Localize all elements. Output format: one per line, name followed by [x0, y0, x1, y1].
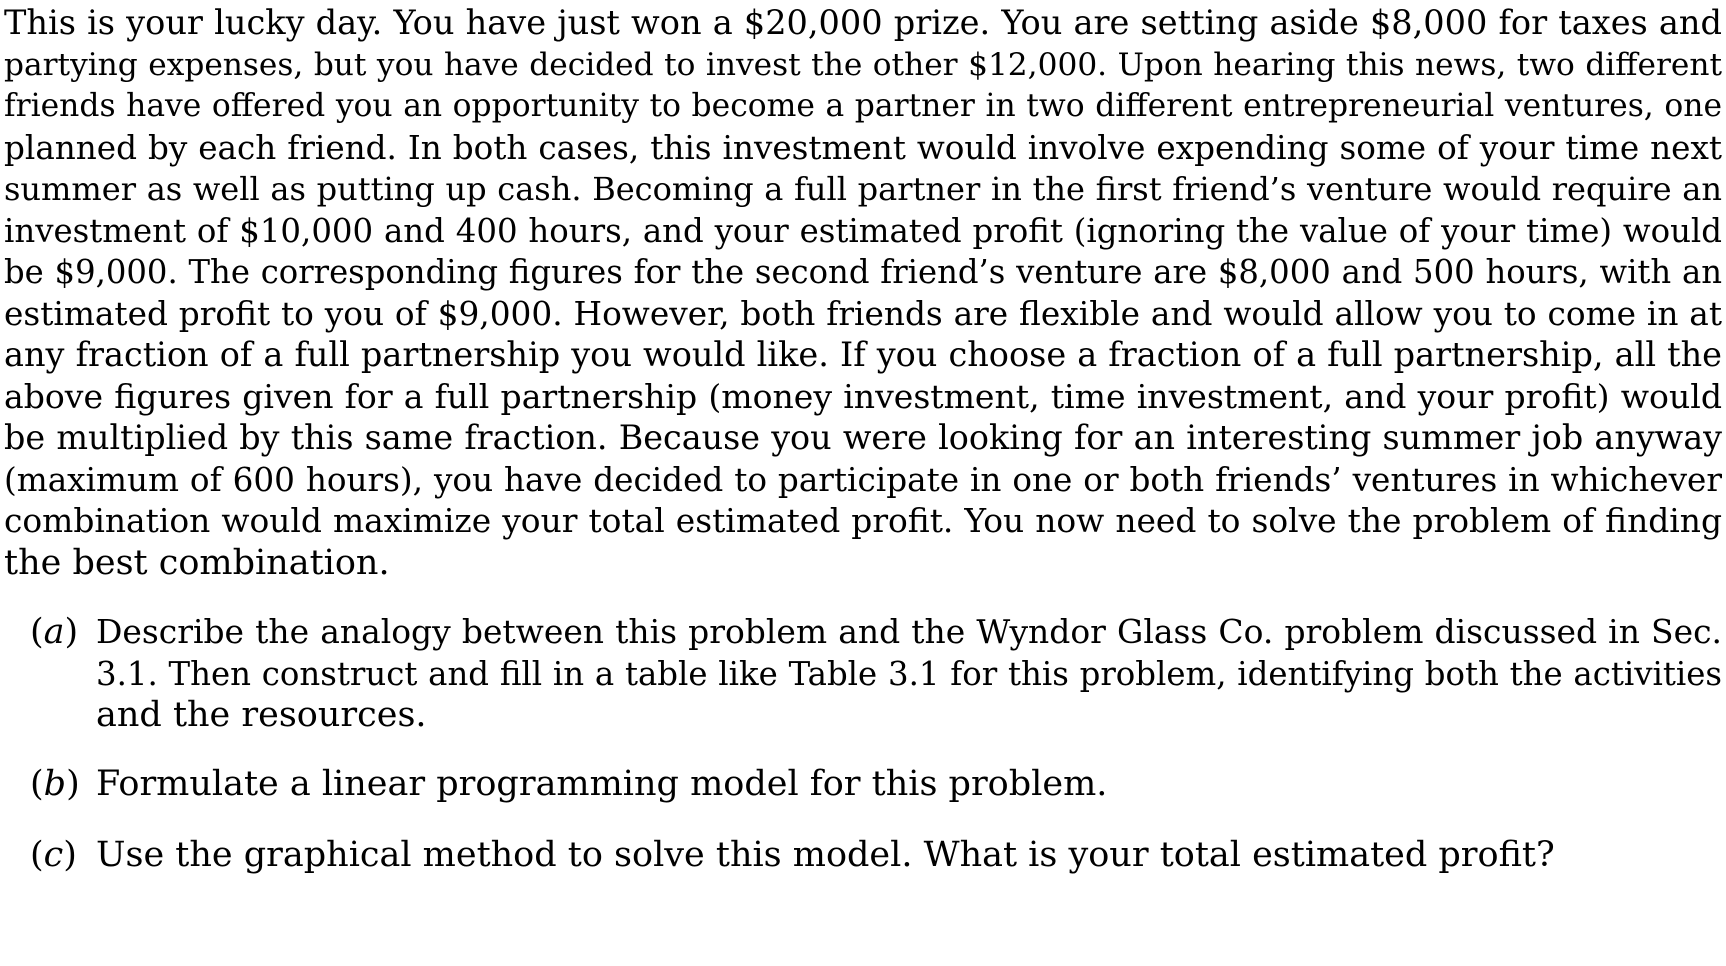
paragraph-line: friends have offered you an opportunity … [4, 88, 1722, 124]
question-b-letter: b [43, 764, 67, 804]
question-a-line: Describe the analogy between this proble… [96, 612, 1722, 651]
question-a-close: ) [64, 612, 79, 652]
question-a-line: and the resources. [96, 695, 427, 735]
document-page: This is your lucky day. You have just wo… [0, 0, 1726, 966]
paragraph-line: the best combination. [4, 543, 390, 583]
paragraph-line: summer as well as putting up cash. Becom… [4, 170, 1722, 208]
paragraph-line: any fraction of a full partnership you w… [4, 335, 1722, 374]
question-a-letter: a [43, 612, 65, 652]
question-c-line: Use the graphical method to solve this m… [96, 835, 1555, 875]
paragraph-line: be multiplied by this same fraction. Bec… [4, 418, 1722, 457]
question-a-line: 3.1. Then construct and fill in a table … [96, 655, 1722, 693]
question-b-label: (b) [30, 761, 80, 807]
paragraph-line: be $9,000. The corresponding figures for… [4, 253, 1722, 291]
question-c-letter: c [43, 835, 64, 875]
question-b-line: Formulate a linear programming model for… [96, 764, 1108, 804]
paragraph-line: partying expenses, but you have decided … [4, 47, 1722, 83]
question-b-open: ( [30, 764, 44, 804]
question-b-close: ) [66, 764, 80, 804]
paragraph-line: combination would maximize your total es… [4, 501, 1722, 540]
paragraph-line: estimated profit to you of $9,000. Howev… [4, 295, 1722, 333]
question-a-open: ( [30, 612, 44, 652]
paragraph-line: (maximum of 600 hours), you have decided… [4, 461, 1722, 499]
paragraph-line: above figures given for a full partnersh… [4, 377, 1722, 416]
question-c-close: ) [63, 835, 77, 875]
paragraph-line: This is your lucky day. You have just wo… [4, 3, 1722, 42]
paragraph-line: investment of $10,000 and 400 hours, and… [4, 212, 1722, 250]
paragraph-line: planned by each friend. In both cases, t… [4, 129, 1722, 167]
question-c-label: (c) [30, 832, 77, 878]
question-c-open: ( [30, 835, 44, 875]
question-a-label: (a) [30, 609, 78, 655]
